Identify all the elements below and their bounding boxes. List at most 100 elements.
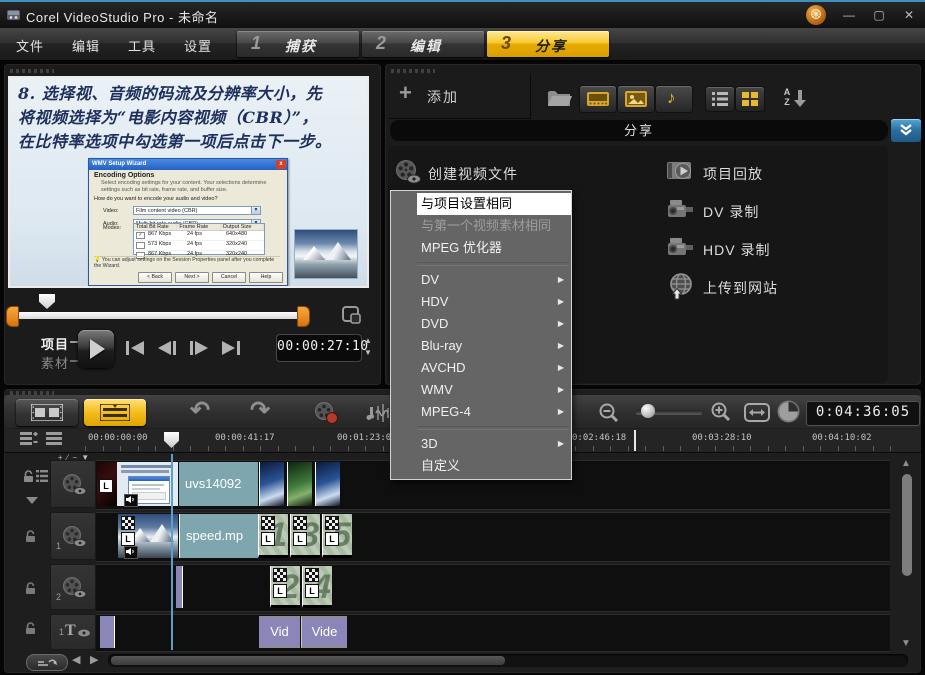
preview-timecode[interactable]: 00:00:27:10 (276, 334, 362, 362)
filter-audio-button[interactable]: ♪ (656, 86, 692, 112)
menu-item-1[interactable]: 与第一个视频素材相同 (391, 215, 571, 237)
countdown-clip-thumb[interactable]: 5L (322, 514, 352, 558)
ripple-edit-all-icon[interactable] (36, 470, 48, 482)
menubar-item-1[interactable]: 编辑 (58, 28, 114, 55)
checkbox-icon[interactable] (136, 242, 145, 249)
title-track-header[interactable]: 1 T (50, 614, 96, 650)
fit-project-button[interactable] (744, 403, 770, 422)
expand-panel-button[interactable] (891, 119, 921, 142)
preview-seek-bar[interactable] (17, 312, 302, 319)
record-capture-button[interactable] (312, 400, 340, 426)
trim-start-handle[interactable] (6, 306, 19, 327)
title-small-clip[interactable] (100, 616, 115, 648)
zoom-out-button[interactable] (598, 402, 620, 424)
menu-item-7[interactable]: AVCHD▶ (391, 357, 571, 379)
lock-track-icon[interactable] (22, 470, 35, 483)
clip-mode-label[interactable]: 素材 (41, 353, 69, 372)
video-clip-thumb-blue[interactable] (259, 462, 284, 506)
filter-photo-button[interactable] (618, 86, 654, 112)
countdown-clip-thumb[interactable]: 2L (270, 566, 300, 608)
menubar-item-3[interactable]: 设置 (170, 28, 226, 55)
tab-step-3[interactable]: 3分享 (487, 31, 609, 57)
overlay-track-2-lane[interactable] (96, 564, 890, 612)
menu-item-5[interactable]: DVD▶ (391, 313, 571, 335)
sound-mixer-button[interactable] (366, 400, 392, 426)
countdown-clip-thumb[interactable]: 3L (290, 514, 320, 558)
close-button[interactable]: ✕ (896, 6, 922, 24)
share-option-upload-web[interactable]: 上传到网站 (666, 272, 916, 302)
tab-step-2[interactable]: 2编辑 (362, 31, 484, 57)
play-button[interactable] (78, 330, 114, 368)
thumbnail-view-button[interactable] (736, 87, 764, 111)
zoom-slider-thumb[interactable] (641, 404, 655, 418)
previous-frame-button[interactable] (154, 340, 180, 356)
vertical-scrollbar-thumb[interactable] (902, 474, 912, 576)
menu-item-0[interactable]: 与项目设置相同 (391, 193, 571, 215)
menu-item-10[interactable]: 3D▶ (391, 433, 571, 455)
corel-guide-icon[interactable] (806, 5, 826, 25)
timecode-up-icon[interactable]: ▲ (364, 337, 372, 345)
create-video-file-item[interactable]: 创建视频文件 (394, 158, 634, 186)
enlarge-preview-icon[interactable] (340, 305, 364, 327)
track-manager-icon[interactable] (20, 432, 38, 448)
menu-item-11[interactable]: 自定义 (391, 455, 571, 477)
browse-folder-icon[interactable] (546, 86, 574, 110)
menu-item-9[interactable]: MPEG-4▶ (391, 401, 571, 423)
menu-item-2[interactable]: MPEG 优化器 (391, 237, 571, 259)
go-to-end-button[interactable] (218, 340, 244, 356)
timecode-down-icon[interactable]: ▼ (364, 349, 372, 357)
title-clip[interactable]: Vid (259, 616, 300, 648)
collapse-tracks-caret-icon[interactable] (26, 497, 38, 504)
video-track-header[interactable] (50, 460, 96, 508)
undo-button[interactable]: ↶ (190, 398, 210, 424)
countdown-clip-thumb[interactable]: 1L (258, 514, 288, 558)
title-track-lane[interactable] (96, 614, 890, 652)
add-button[interactable]: + 添加 (389, 74, 531, 119)
timeline-view-button[interactable] (84, 399, 146, 426)
video-clip-thumb-blue[interactable] (315, 462, 340, 506)
share-option-project-playback[interactable]: 项目回放 (666, 158, 916, 188)
lock-track-icon[interactable] (24, 582, 37, 595)
project-duration-clock-icon[interactable] (779, 402, 798, 421)
zoom-in-button[interactable] (710, 401, 732, 423)
overlay-track-1-header[interactable]: 1 (50, 512, 96, 560)
list-view-button[interactable] (706, 87, 734, 111)
filter-video-button[interactable] (580, 86, 616, 112)
menu-item-4[interactable]: HDV▶ (391, 291, 571, 313)
timeline-duration-timecode[interactable]: 0:04:36:05 (806, 401, 920, 426)
overlay2-small-clip[interactable] (176, 566, 183, 608)
project-mode-label[interactable]: 项目 (41, 334, 69, 353)
overlay-clip-speed[interactable]: speed.mp (179, 514, 259, 558)
menu-item-8[interactable]: WMV▶ (391, 379, 571, 401)
menubar-item-0[interactable]: 文件 (2, 28, 58, 55)
redo-button[interactable]: ↷ (250, 398, 270, 424)
video-clip-thumb-green[interactable] (287, 462, 312, 506)
trim-end-handle[interactable] (297, 306, 310, 327)
menubar-item-2[interactable]: 工具 (114, 28, 170, 55)
lock-track-icon[interactable] (24, 530, 37, 543)
ripple-edit-button[interactable] (26, 654, 68, 671)
go-to-start-button[interactable] (122, 340, 148, 356)
scroll-up-icon[interactable]: ▲ (901, 458, 911, 469)
title-clip[interactable]: Vide (301, 616, 347, 648)
minimize-button[interactable]: — (836, 6, 862, 24)
scroll-down-icon[interactable]: ▼ (901, 638, 911, 649)
share-option-dv-record[interactable]: DV 录制 (666, 196, 916, 226)
countdown-clip-thumb[interactable]: 4L (302, 566, 332, 608)
tab-step-1[interactable]: 1捕获 (237, 31, 359, 57)
checkbox-icon[interactable]: ✓ (136, 232, 145, 239)
storyboard-view-button[interactable] (16, 399, 78, 426)
menu-item-3[interactable]: DV▶ (391, 269, 571, 291)
maximize-button[interactable]: ▢ (866, 6, 892, 24)
lock-track-icon[interactable] (24, 622, 37, 635)
horizontal-scrollbar-thumb[interactable] (111, 656, 505, 665)
menu-item-6[interactable]: Blu-ray▶ (391, 335, 571, 357)
scroll-left-icon[interactable]: ◀ (72, 653, 80, 666)
scroll-right-icon[interactable]: ▶ (90, 653, 98, 666)
track-list-icon[interactable] (46, 432, 64, 448)
video-clip-uvs[interactable]: uvs14092 (179, 462, 258, 506)
overlay-track-2-header[interactable]: 2 (50, 564, 96, 610)
sort-button[interactable]: A Z (782, 86, 808, 112)
next-frame-button[interactable] (186, 340, 212, 356)
share-option-hdv-record[interactable]: HDV 录制 (666, 234, 916, 264)
